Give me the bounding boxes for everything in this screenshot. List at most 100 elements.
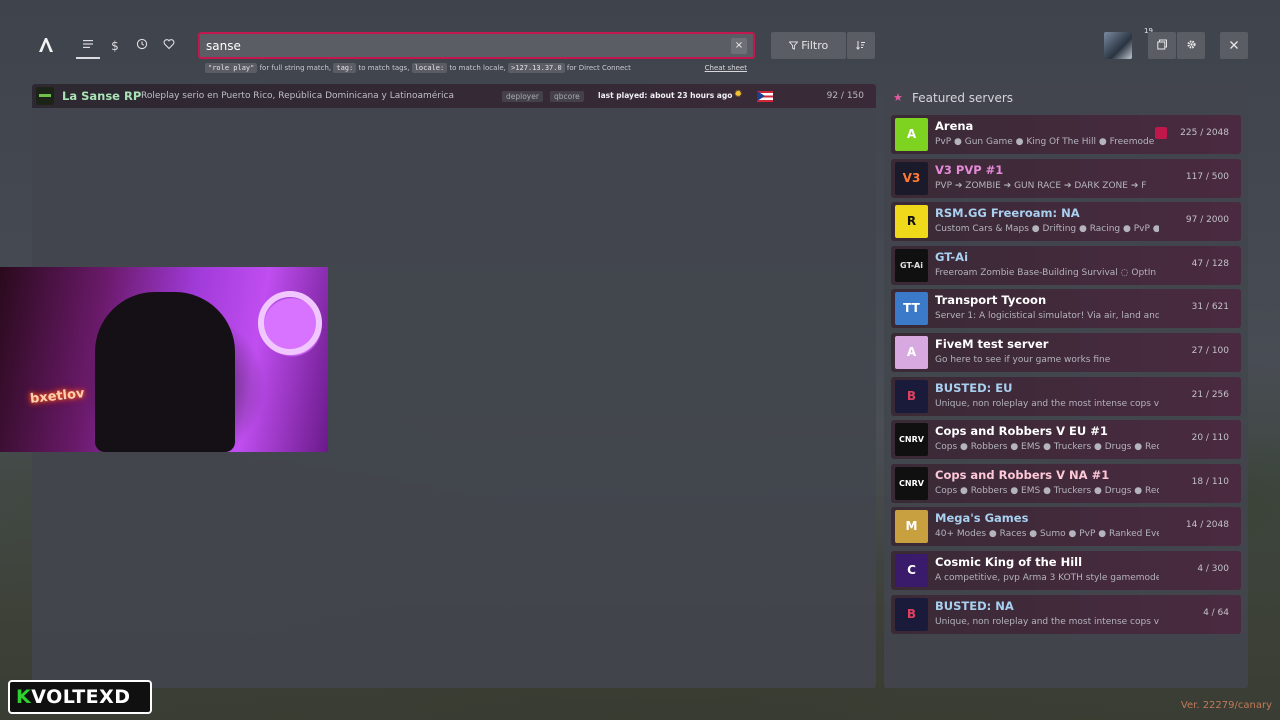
player-count: 20 / 110 <box>1191 433 1229 444</box>
player-count: 21 / 256 <box>1191 389 1229 400</box>
player-count: 31 / 621 <box>1191 302 1229 313</box>
gear-icon <box>1186 40 1196 49</box>
sort-icon <box>856 41 865 50</box>
featured-server-name: BUSTED: EU <box>935 380 1013 395</box>
user-avatar[interactable] <box>1104 32 1132 59</box>
featured-server-card[interactable]: CNRV Cops and Robbers V NA #1 Cops ● Robbe… <box>891 463 1241 503</box>
fivem-logo[interactable] <box>36 35 56 55</box>
server-tag: qbcore <box>550 91 584 102</box>
clear-search-button[interactable]: × <box>731 38 747 54</box>
server-tag: deployer <box>502 91 543 102</box>
featured-server-name: RSM.GG Freeroam: NA <box>935 206 1080 221</box>
featured-server-card[interactable]: GT-Ai GT-Ai Freeroam Zombie Base-Building … <box>891 245 1241 285</box>
featured-server-description: PVP ➔ ZOMBIE ➔ GUN RACE ➔ DARK ZONE ➔ F <box>935 180 1147 191</box>
server-icon: V3 <box>895 161 928 195</box>
featured-title: Featured servers <box>912 91 1014 105</box>
hint-text: for Direct Connect <box>564 64 631 72</box>
featured-server-name: FiveM test server <box>935 337 1049 351</box>
server-row[interactable]: La Sanse RP Roleplay serio en Puerto Ric… <box>32 84 876 108</box>
server-icon: A <box>895 118 928 151</box>
changelog-icon <box>1156 39 1167 50</box>
history-clock-icon[interactable] <box>132 36 152 56</box>
featured-server-description: A competitive, pvp Arma 3 KOTH style gam… <box>935 573 1159 583</box>
filter-icon <box>788 41 799 50</box>
favorites-heart-icon[interactable] <box>159 36 179 56</box>
server-icon: R <box>895 205 928 239</box>
server-name: La Sanse RP <box>62 89 142 103</box>
player-count: 27 / 100 <box>1191 346 1229 356</box>
featured-servers-panel: ★ Featured servers A Arena PvP ● Gun Game … <box>884 84 1248 688</box>
featured-server-name: V3 PVP #1 <box>935 162 1004 177</box>
featured-server-card[interactable]: B BUSTED: EU Unique, non roleplay and the … <box>891 376 1241 416</box>
premium-dollar-icon[interactable]: $ <box>105 36 125 56</box>
search-hints: "role play" for full string match, tag: … <box>205 63 753 76</box>
featured-server-card[interactable]: A FiveM test server Go here to see if your… <box>891 333 1241 372</box>
featured-server-card[interactable]: B BUSTED: NA Unique, non roleplay and the … <box>891 594 1241 634</box>
featured-server-name: Transport Tycoon <box>935 293 1047 308</box>
search-input[interactable] <box>206 37 726 55</box>
version-label: Ver. 22279/canary <box>1180 700 1272 711</box>
featured-server-name: BUSTED: NA <box>935 598 1014 613</box>
server-icon: B <box>895 379 928 413</box>
featured-server-card[interactable]: TT Transport Tycoon Server 1: A logicistic… <box>891 289 1241 329</box>
featured-server-card[interactable]: C Cosmic King of the Hill A competitive, p… <box>891 551 1241 590</box>
featured-server-name: Mega's Games <box>935 511 1029 526</box>
player-count: 92 / 150 <box>826 91 864 101</box>
filter-button[interactable]: Filtro <box>771 32 846 59</box>
server-icon: CNRV <box>895 466 928 500</box>
featured-server-name: GT-Ai <box>935 249 969 264</box>
notifications-button[interactable] <box>1148 32 1176 59</box>
player-count: 47 / 128 <box>1191 258 1229 269</box>
player-count: 225 / 2048 <box>1180 128 1229 138</box>
server-description: Roleplay serio en Puerto Rico, República… <box>141 91 454 101</box>
featured-server-description: PvP ● Gun Game ● King Of The Hill ● Free… <box>935 137 1155 147</box>
player-count: 97 / 2000 <box>1185 215 1229 226</box>
server-icon: B <box>895 597 928 631</box>
featured-server-card[interactable]: A Arena PvP ● Gun Game ● King Of The Hill … <box>891 115 1241 154</box>
cheat-sheet-link[interactable]: Cheat sheet <box>705 64 747 72</box>
neon-sign: bxetlov <box>29 386 86 407</box>
featured-server-description: Unique, non roleplay and the most intens… <box>935 398 1159 409</box>
server-list-icon[interactable] <box>78 36 98 56</box>
server-icon: C <box>895 554 928 587</box>
player-count: 14 / 2048 <box>1185 520 1229 531</box>
featured-server-description: Custom Cars & Maps ● Drifting ● Racing ●… <box>935 224 1159 235</box>
server-icon <box>36 87 54 105</box>
server-icon: A <box>895 336 928 369</box>
featured-server-name: Cosmic King of the Hill <box>935 555 1083 569</box>
player-count: 117 / 500 <box>1185 171 1229 182</box>
player-count: 4 / 64 <box>1203 607 1229 618</box>
hint-tag-code: tag: <box>333 63 357 73</box>
boost-sun-icon: ✹ <box>734 89 743 100</box>
featured-server-card[interactable]: R RSM.GG Freeroam: NA Custom Cars & Maps ●… <box>891 202 1241 242</box>
premium-badge-icon <box>1155 127 1167 139</box>
featured-server-card[interactable]: V3 V3 PVP #1 PVP ➔ ZOMBIE ➔ GUN RACE ➔ DAR… <box>891 158 1241 198</box>
featured-server-description: 40+ Modes ● Races ● Sumo ● PvP ● Ranked … <box>935 529 1159 540</box>
settings-button[interactable] <box>1177 32 1205 59</box>
hint-role-play-code: "role play" <box>205 63 258 73</box>
sort-button[interactable] <box>847 32 875 59</box>
server-icon: TT <box>895 292 928 326</box>
webcam-overlay: bxetlov <box>0 267 328 452</box>
hint-text: to match locale, <box>447 64 506 72</box>
server-icon: GT-Ai <box>895 248 928 282</box>
hint-text: for full string match, <box>257 64 332 72</box>
last-played: last played: about 23 hours ago <box>598 91 733 100</box>
server-icon: M <box>895 510 928 544</box>
featured-server-description: Go here to see if your game works fine <box>935 355 1111 365</box>
featured-server-name: Cops and Robbers V NA #1 <box>935 467 1110 482</box>
player-count: 4 / 300 <box>1197 564 1229 574</box>
featured-server-name: Cops and Robbers V EU #1 <box>935 424 1108 439</box>
filter-label: Filtro <box>801 39 829 52</box>
player-count: 18 / 110 <box>1191 476 1229 487</box>
close-button[interactable] <box>1220 32 1248 59</box>
featured-server-card[interactable]: CNRV Cops and Robbers V EU #1 Cops ● Robbe… <box>891 420 1241 460</box>
search-box[interactable]: × <box>198 32 755 59</box>
hint-locale-code: locale: <box>411 63 448 73</box>
featured-star-icon: ★ <box>893 91 903 104</box>
ring-light <box>258 291 322 355</box>
featured-server-name: Arena <box>935 119 974 133</box>
featured-server-description: Cops ● Robbers ● EMS ● Truckers ● Drugs … <box>935 442 1159 453</box>
active-tab-indicator <box>76 57 100 59</box>
featured-server-card[interactable]: M Mega's Games 40+ Modes ● Races ● Sumo ● … <box>891 507 1241 547</box>
